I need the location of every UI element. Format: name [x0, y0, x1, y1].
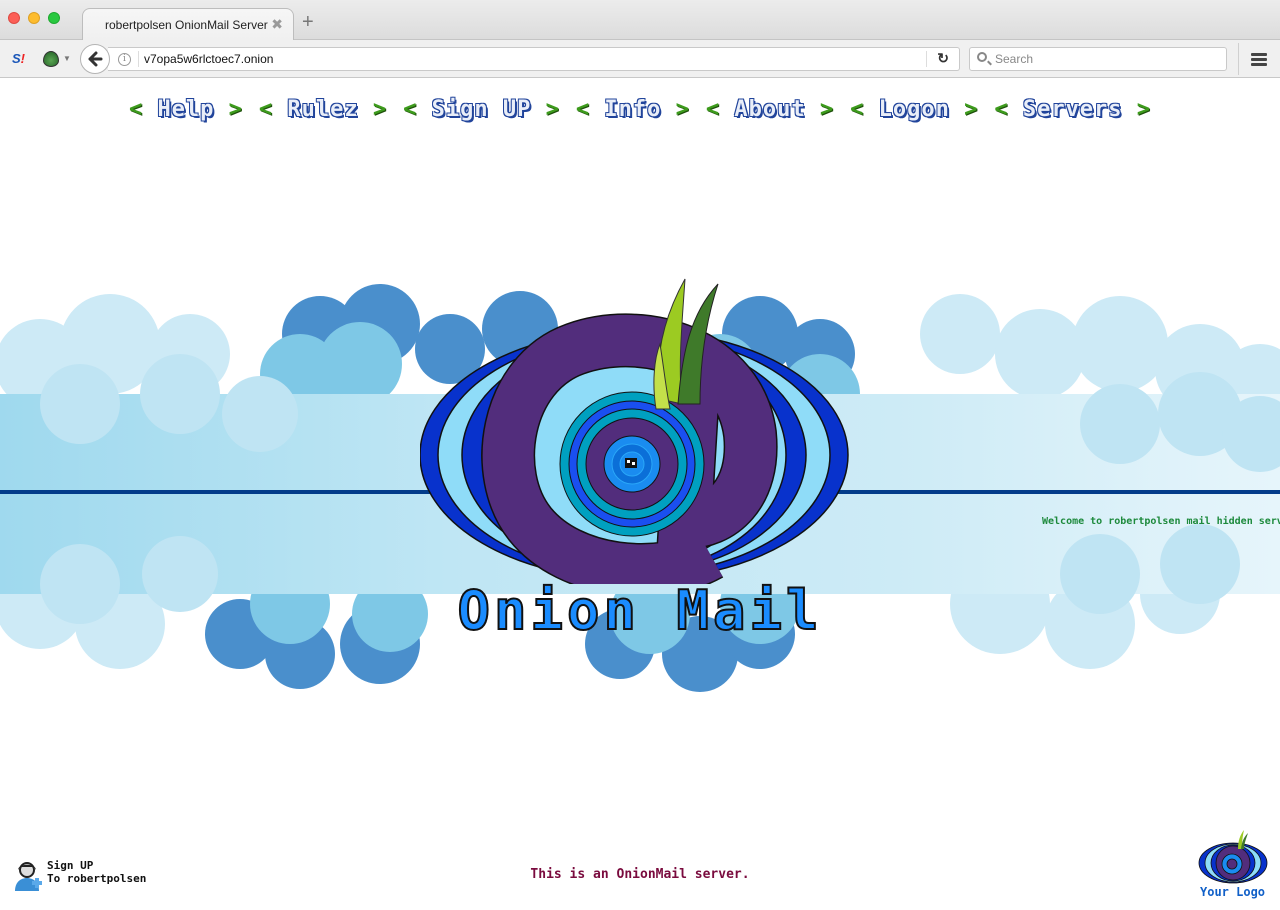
- footer-text: This is an OnionMail server.: [530, 867, 750, 882]
- nav-link-label: About: [734, 97, 806, 122]
- menu-separator: [1238, 43, 1239, 75]
- info-icon[interactable]: i: [118, 53, 131, 66]
- minimize-window-button[interactable]: [28, 12, 40, 24]
- onion-mail-logo: [420, 278, 849, 584]
- nav-link-label: Servers: [1022, 97, 1123, 122]
- reload-icon[interactable]: ↻: [937, 50, 949, 67]
- nav-link-logon[interactable]: < Logon >: [850, 97, 978, 122]
- tor-onion-extension-icon[interactable]: [43, 51, 59, 67]
- browser-tab[interactable]: robertpolsen OnionMail Server ✖: [82, 8, 294, 41]
- search-bar[interactable]: Search: [969, 47, 1227, 71]
- nav-link-help[interactable]: < Help >: [129, 97, 243, 122]
- browser-titlebar: robertpolsen OnionMail Server ✖ +: [0, 0, 1280, 41]
- tab-title: robertpolsen OnionMail Server: [105, 18, 268, 32]
- nav-link-label: Sign UP: [431, 97, 532, 122]
- nav-link-label: Help: [157, 97, 215, 122]
- search-input[interactable]: Search: [995, 52, 1033, 66]
- nav-link-label: Logon: [878, 97, 950, 122]
- browser-toolbar: S! ▼ i v7opa5w6rlctoec7.onion ↻ Search: [0, 40, 1280, 78]
- nav-link-servers[interactable]: < Servers >: [994, 97, 1151, 122]
- hamburger-menu-icon[interactable]: [1251, 53, 1267, 66]
- nav-bracket-left: <: [705, 97, 721, 122]
- nav-bracket-right: >: [545, 97, 560, 122]
- nav-link-sign-up[interactable]: < Sign UP >: [403, 97, 560, 122]
- page-content: < Help > < Rulez > < Sign UP > < Info > < Ab…: [0, 79, 1280, 910]
- brand-title: Onion Mail: [456, 578, 823, 643]
- back-button[interactable]: [80, 44, 110, 74]
- nav-bracket-right: >: [964, 97, 979, 122]
- address-bar[interactable]: i v7opa5w6rlctoec7.onion ↻: [108, 47, 960, 71]
- search-icon: [977, 52, 987, 62]
- url-separator: [138, 51, 139, 67]
- zoom-window-button[interactable]: [48, 12, 60, 24]
- new-tab-button[interactable]: +: [302, 12, 314, 32]
- nav-bracket-left: <: [994, 97, 1009, 122]
- top-navigation: < Help > < Rulez > < Sign UP > < Info > < Ab…: [0, 97, 1280, 122]
- arrow-left-icon: [88, 51, 103, 67]
- nav-bracket-right: >: [1136, 97, 1152, 122]
- nav-bracket-left: <: [575, 97, 591, 122]
- nav-link-rulez[interactable]: < Rulez >: [259, 97, 387, 122]
- reload-separator: [926, 51, 927, 67]
- tab-close-icon[interactable]: ✖: [271, 16, 283, 33]
- nav-bracket-left: <: [403, 97, 418, 122]
- nav-bracket-left: <: [258, 97, 274, 122]
- nav-bracket-right: >: [228, 97, 243, 122]
- close-window-button[interactable]: [8, 12, 20, 24]
- at-core-glyph: [625, 458, 637, 468]
- nav-bracket-left: <: [850, 97, 865, 122]
- nav-link-label: Info: [604, 97, 662, 122]
- nav-bracket-right: >: [372, 97, 388, 122]
- nav-bracket-right: >: [819, 97, 835, 122]
- your-logo-label: Your Logo: [1200, 885, 1266, 899]
- nav-bracket-right: >: [675, 97, 690, 122]
- nav-bracket-left: <: [128, 97, 144, 122]
- sp-extension-icon[interactable]: S!: [12, 51, 25, 66]
- welcome-marquee: Welcome to robertpolsen mail hidden serv…: [1042, 516, 1280, 527]
- nav-link-about[interactable]: < About >: [706, 97, 834, 122]
- chevron-down-icon[interactable]: ▼: [63, 54, 71, 63]
- nav-link-info[interactable]: < Info >: [576, 97, 690, 122]
- url-input[interactable]: v7opa5w6rlctoec7.onion: [144, 52, 273, 66]
- nav-link-label: Rulez: [287, 97, 359, 122]
